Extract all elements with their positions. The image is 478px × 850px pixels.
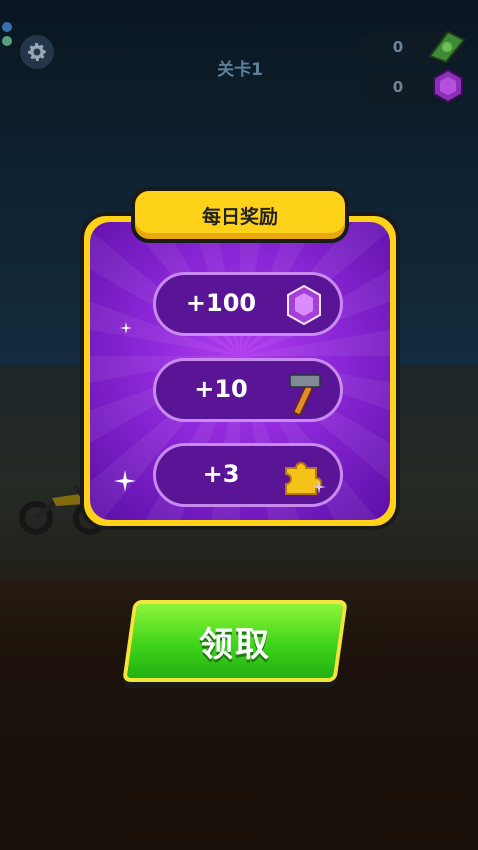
sparkle-icon: [312, 480, 326, 494]
cloud-icon: [2, 36, 12, 46]
reward-row-gems: +100: [153, 272, 343, 336]
status-icons: [2, 22, 16, 50]
cash-count: 0: [392, 38, 404, 56]
level-label: 关卡1: [217, 60, 263, 80]
shield-icon: [2, 22, 12, 32]
reward-amount: +3: [202, 460, 240, 488]
game-screen: 关卡1 0 0 每日奖励 +100 +10 +3 领取: [0, 0, 478, 850]
reward-amount: +100: [185, 289, 257, 317]
gem-icon: [433, 68, 463, 104]
gem-counter: 0: [360, 68, 464, 104]
claim-button[interactable]: 领取: [122, 600, 348, 682]
reward-amount: +10: [194, 375, 248, 403]
sparkle-icon: [120, 322, 132, 334]
settings-button[interactable]: [20, 35, 54, 69]
reward-row-hammer: +10: [153, 358, 343, 422]
sparkle-icon: [114, 470, 136, 492]
gem-count: 0: [392, 78, 404, 96]
gear-icon: [28, 43, 46, 61]
panel-background: +100 +10 +3: [90, 222, 390, 520]
claim-label: 领取: [199, 624, 271, 665]
cash-icon: [428, 30, 466, 64]
reward-row-puzzle: +3: [153, 443, 343, 507]
hammer-icon: [289, 374, 321, 416]
daily-reward-title: 每日奖励: [131, 187, 349, 243]
daily-reward-panel: +100 +10 +3: [80, 212, 400, 530]
cash-counter: 0: [360, 30, 466, 64]
gem-icon: [287, 284, 321, 326]
